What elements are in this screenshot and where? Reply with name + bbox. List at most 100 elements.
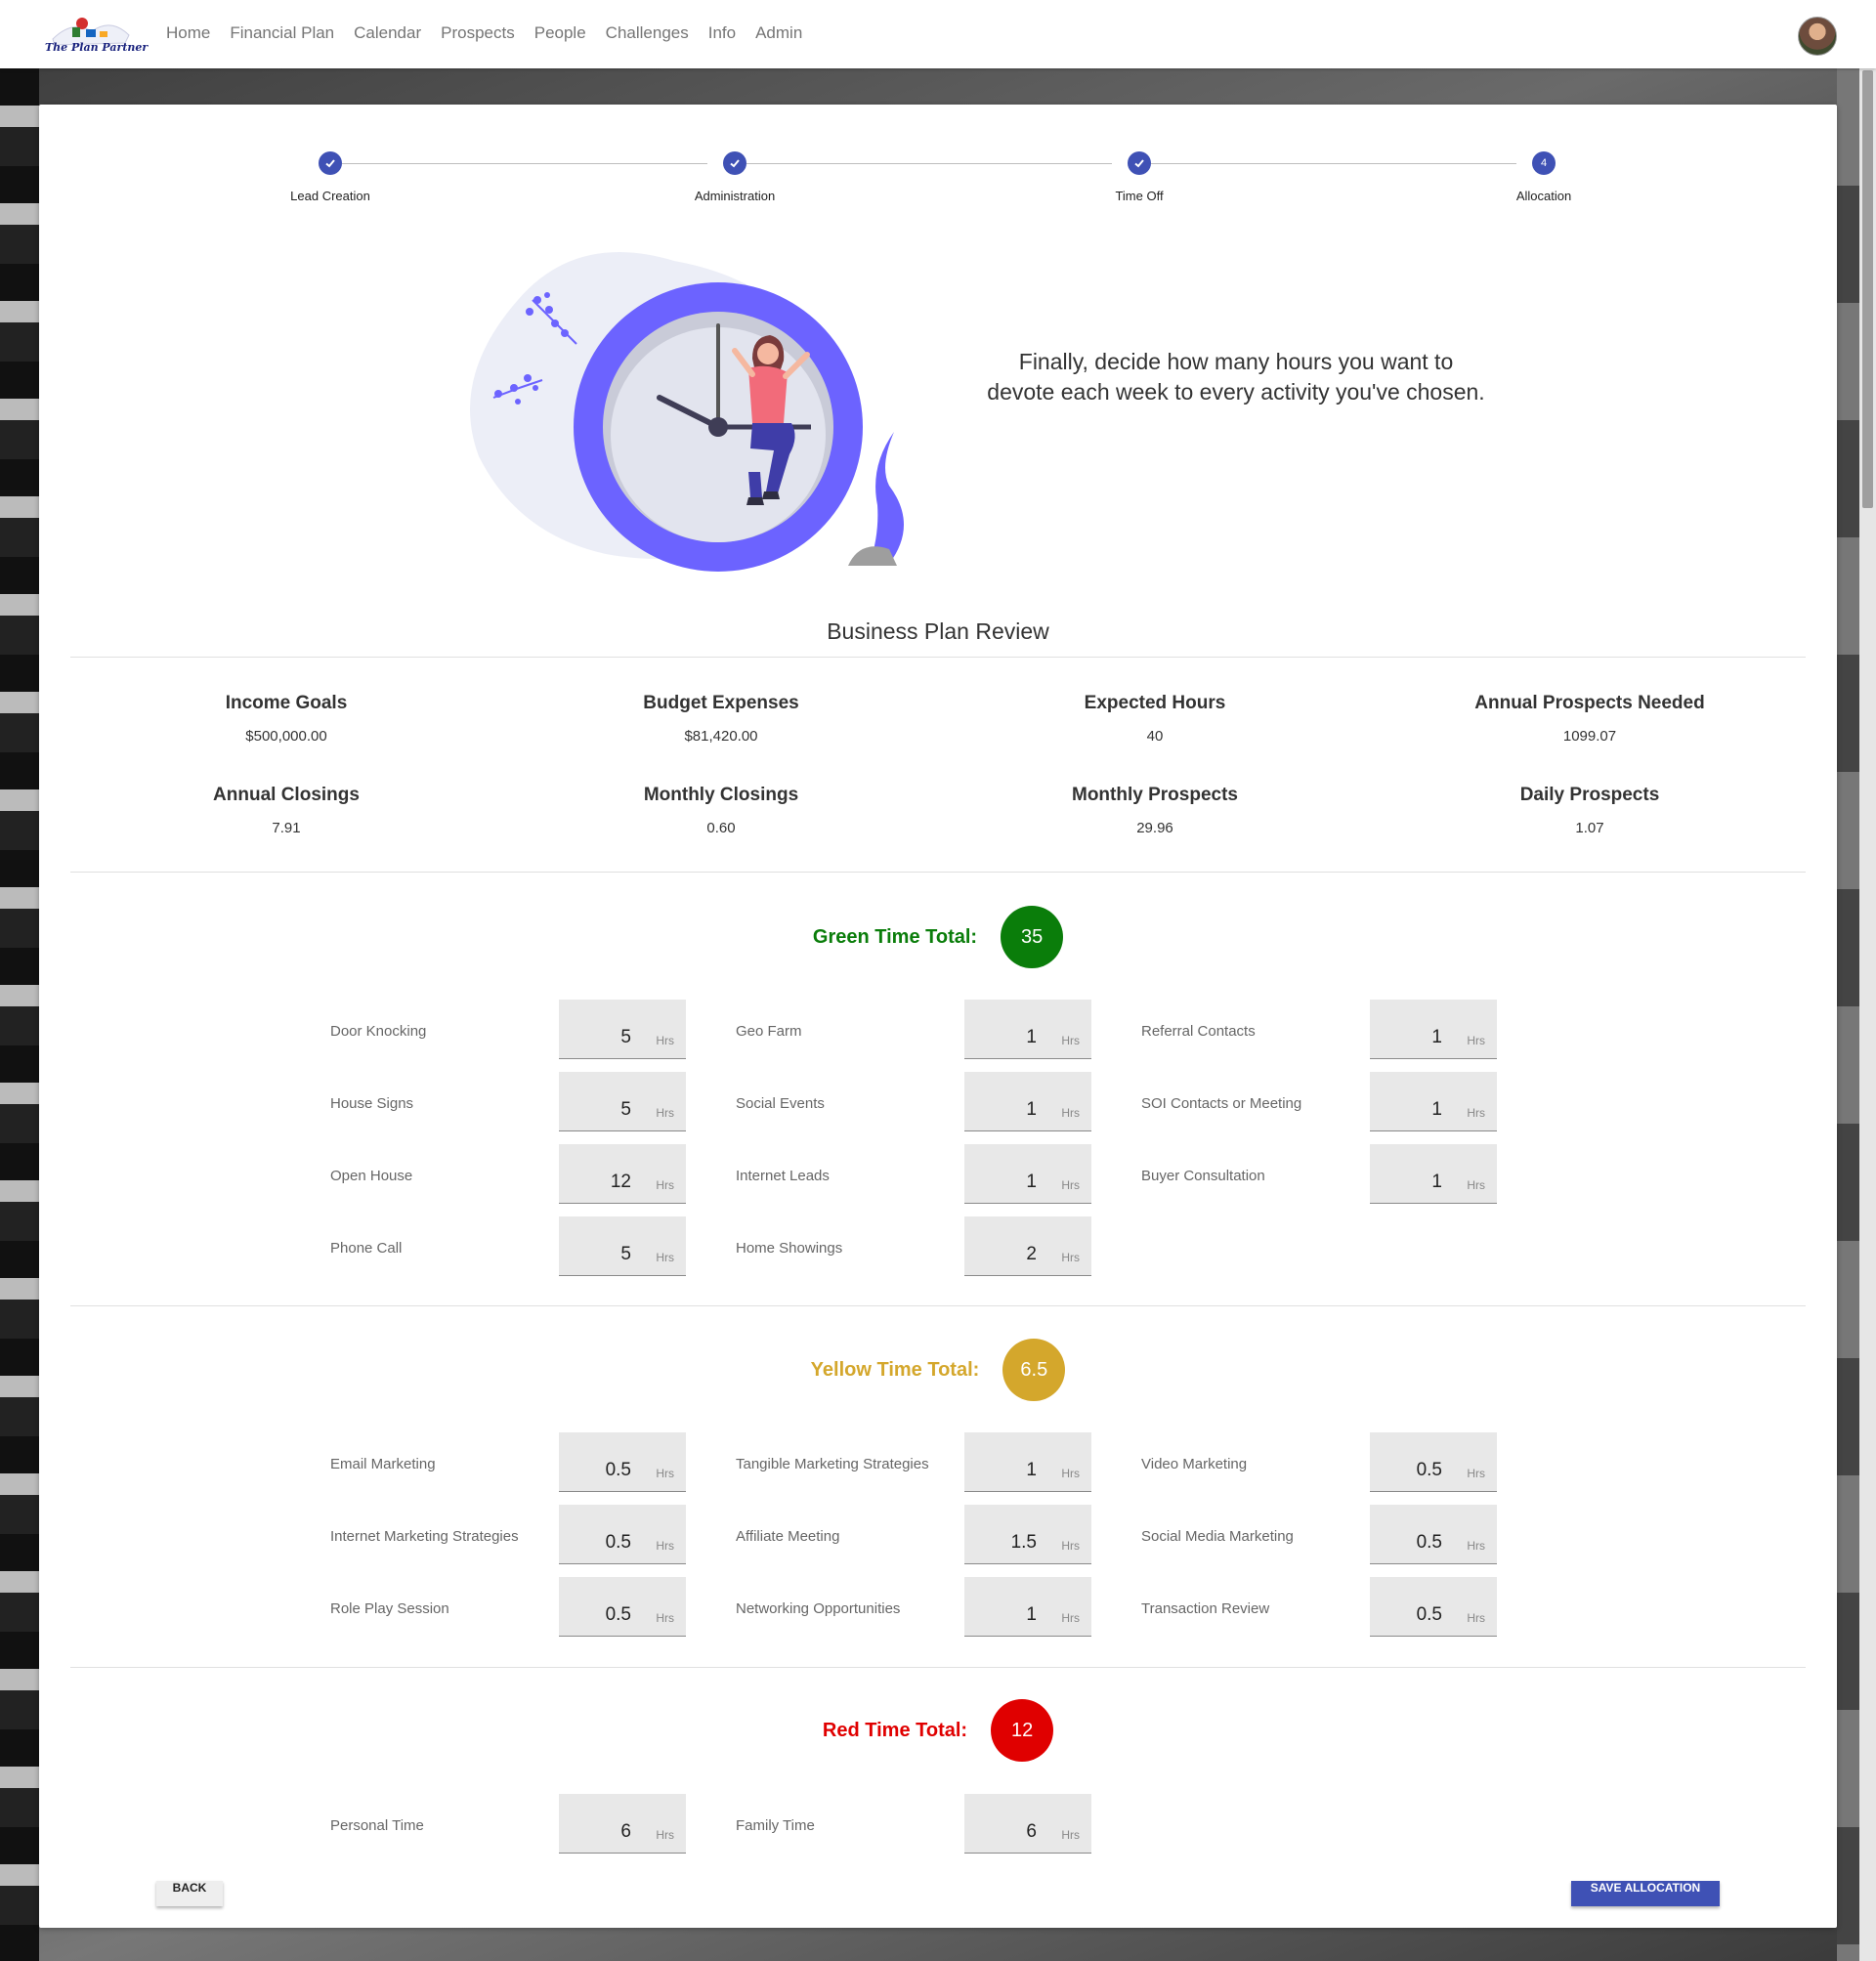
hours-input-phone-call[interactable]: 5 Hrs — [559, 1216, 686, 1276]
step-label: Allocation — [1515, 189, 1572, 203]
check-icon — [1128, 151, 1151, 175]
hours-value: 1 — [1026, 1604, 1037, 1625]
nav-prospects[interactable]: Prospects — [441, 23, 515, 43]
nav-people[interactable]: People — [534, 23, 586, 43]
background-left — [0, 68, 39, 1961]
stat-annual-closings: Annual Closings 7.91 — [91, 785, 482, 836]
hours-input-referral-contacts[interactable]: 1 Hrs — [1370, 1000, 1497, 1059]
green-total-title: Green Time Total: — [812, 925, 978, 948]
hours-unit: Hrs — [1467, 1467, 1485, 1480]
label-geo-farm: Geo Farm — [736, 1023, 802, 1040]
stat-label: Expected Hours — [1084, 693, 1226, 713]
nav-home[interactable]: Home — [166, 23, 210, 43]
stat-value: 7.91 — [272, 820, 301, 836]
nav-calendar[interactable]: Calendar — [354, 23, 421, 43]
hours-unit: Hrs — [1467, 1178, 1485, 1192]
label-email-marketing: Email Marketing — [330, 1456, 436, 1472]
hours-unit: Hrs — [656, 1034, 674, 1047]
back-button[interactable]: BACK — [156, 1881, 223, 1906]
hours-value: 1 — [1026, 1460, 1037, 1480]
save-allocation-button[interactable]: SAVE ALLOCATION — [1571, 1881, 1720, 1906]
stat-expected-hours: Expected Hours 40 — [959, 693, 1350, 745]
stat-label: Budget Expenses — [643, 693, 799, 713]
stat-value: $500,000.00 — [245, 728, 327, 745]
hours-value: 5 — [620, 1027, 631, 1047]
hero-line-2: devote each week to every activity you'v… — [987, 379, 1485, 405]
hours-input-tangible-marketing-strategies[interactable]: 1 Hrs — [964, 1432, 1091, 1492]
divider — [70, 872, 1806, 873]
step-label: Lead Creation — [290, 189, 370, 203]
stat-label: Income Goals — [225, 693, 348, 713]
label-phone-call: Phone Call — [330, 1240, 403, 1257]
hours-input-networking-opportunities[interactable]: 1 Hrs — [964, 1577, 1091, 1637]
red-total-row: Red Time Total: 12 — [39, 1699, 1837, 1762]
green-total-row: Green Time Total: 35 — [39, 906, 1837, 968]
stat-monthly-closings: Monthly Closings 0.60 — [526, 785, 917, 836]
scrollbar-thumb[interactable] — [1862, 70, 1873, 508]
hours-unit: Hrs — [656, 1178, 674, 1192]
stat-daily-prospects: Daily Prospects 1.07 — [1394, 785, 1785, 836]
stat-monthly-prospects: Monthly Prospects 29.96 — [959, 785, 1350, 836]
stat-value: 1.07 — [1575, 820, 1604, 836]
hours-value: 6 — [1026, 1821, 1037, 1842]
hours-input-family-time[interactable]: 6 Hrs — [964, 1794, 1091, 1854]
hours-value: 0.5 — [605, 1460, 631, 1480]
hours-input-email-marketing[interactable]: 0.5 Hrs — [559, 1432, 686, 1492]
step-lead-creation[interactable]: Lead Creation — [242, 151, 418, 203]
yellow-total-row: Yellow Time Total: 6.5 — [39, 1339, 1837, 1401]
hours-value: 0.5 — [1416, 1460, 1442, 1480]
red-total-title: Red Time Total: — [822, 1719, 968, 1741]
label-home-showings: Home Showings — [736, 1240, 843, 1257]
hero-instructions: Finally, decide how many hours you want … — [918, 347, 1554, 407]
step-administration[interactable]: Administration — [647, 151, 823, 203]
label-transaction-review: Transaction Review — [1141, 1600, 1270, 1617]
hours-input-personal-time[interactable]: 6 Hrs — [559, 1794, 686, 1854]
yellow-total-badge: 6.5 — [1002, 1339, 1066, 1401]
hours-input-door-knocking[interactable]: 5 Hrs — [559, 1000, 686, 1059]
hours-input-house-signs[interactable]: 5 Hrs — [559, 1072, 686, 1131]
hours-unit: Hrs — [656, 1106, 674, 1120]
hours-input-affiliate-meeting[interactable]: 1.5 Hrs — [964, 1505, 1091, 1564]
nav-financial-plan[interactable]: Financial Plan — [230, 23, 334, 43]
hours-value: 5 — [620, 1099, 631, 1120]
label-personal-time: Personal Time — [330, 1817, 424, 1834]
nav-info[interactable]: Info — [708, 23, 736, 43]
hours-unit: Hrs — [1061, 1178, 1080, 1192]
label-soi-contacts-or-meeting: SOI Contacts or Meeting — [1141, 1095, 1302, 1112]
hours-input-geo-farm[interactable]: 1 Hrs — [964, 1000, 1091, 1059]
step-allocation[interactable]: 4 Allocation — [1456, 151, 1632, 203]
label-door-knocking: Door Knocking — [330, 1023, 427, 1040]
stat-income-goals: Income Goals $500,000.00 — [91, 693, 482, 745]
hours-input-buyer-consultation[interactable]: 1 Hrs — [1370, 1144, 1497, 1204]
hours-unit: Hrs — [656, 1251, 674, 1264]
hours-input-social-media-marketing[interactable]: 0.5 Hrs — [1370, 1505, 1497, 1564]
label-open-house: Open House — [330, 1168, 413, 1184]
divider — [70, 1667, 1806, 1668]
hours-input-home-showings[interactable]: 2 Hrs — [964, 1216, 1091, 1276]
user-avatar[interactable] — [1798, 17, 1837, 56]
label-internet-leads: Internet Leads — [736, 1168, 830, 1184]
hours-input-role-play-session[interactable]: 0.5 Hrs — [559, 1577, 686, 1637]
hours-input-internet-marketing-strategies[interactable]: 0.5 Hrs — [559, 1505, 686, 1564]
stat-label: Monthly Closings — [643, 785, 799, 805]
nav-admin[interactable]: Admin — [755, 23, 802, 43]
step-time-off[interactable]: Time Off — [1051, 151, 1227, 203]
label-affiliate-meeting: Affiliate Meeting — [736, 1528, 840, 1545]
hours-input-internet-leads[interactable]: 1 Hrs — [964, 1144, 1091, 1204]
hours-input-open-house[interactable]: 12 Hrs — [559, 1144, 686, 1204]
hours-unit: Hrs — [1467, 1106, 1485, 1120]
hours-unit: Hrs — [1061, 1106, 1080, 1120]
check-icon — [723, 151, 746, 175]
hours-unit: Hrs — [1061, 1034, 1080, 1047]
stat-value: 29.96 — [1136, 820, 1173, 836]
hours-unit: Hrs — [1061, 1467, 1080, 1480]
hours-input-soi-contacts-or-meeting[interactable]: 1 Hrs — [1370, 1072, 1497, 1131]
hours-input-video-marketing[interactable]: 0.5 Hrs — [1370, 1432, 1497, 1492]
label-role-play-session: Role Play Session — [330, 1600, 449, 1617]
stat-budget-expenses: Budget Expenses $81,420.00 — [526, 693, 917, 745]
red-total-badge: 12 — [991, 1699, 1054, 1762]
label-family-time: Family Time — [736, 1817, 815, 1834]
hours-input-transaction-review[interactable]: 0.5 Hrs — [1370, 1577, 1497, 1637]
nav-challenges[interactable]: Challenges — [606, 23, 689, 43]
hours-input-social-events[interactable]: 1 Hrs — [964, 1072, 1091, 1131]
